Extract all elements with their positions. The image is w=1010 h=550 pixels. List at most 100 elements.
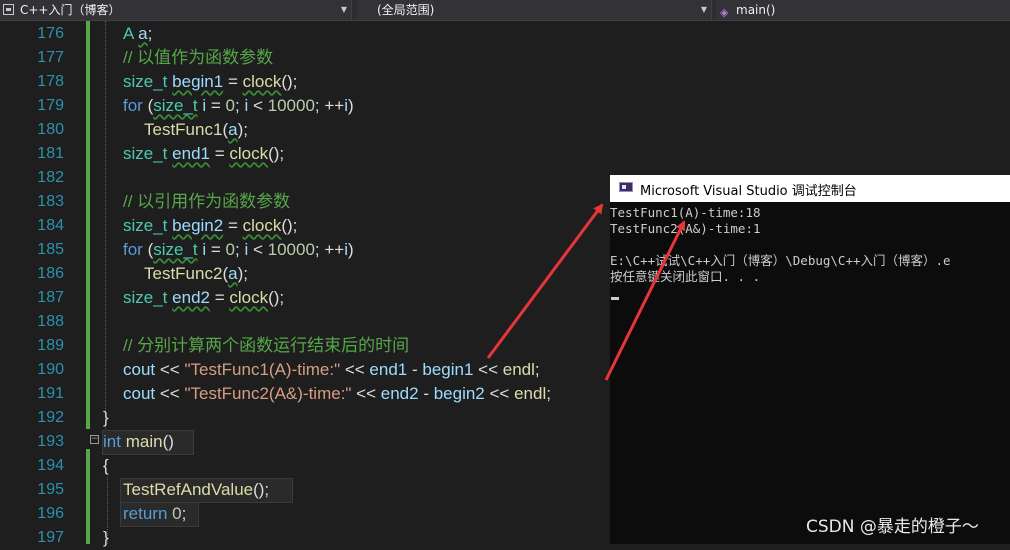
line-number: 192 [37, 409, 64, 426]
code-token: size_t [123, 288, 168, 307]
code-line[interactable]: size_t end2 = clock(); [123, 286, 284, 310]
csdn-watermark: CSDN @暴走的橙子～ [806, 517, 979, 537]
code-token: clock [242, 216, 282, 235]
line-number: 181 [37, 145, 64, 162]
project-icon [3, 4, 14, 15]
code-token: ) [348, 96, 354, 115]
code-token: << [484, 384, 515, 403]
code-token: 10000 [267, 240, 315, 259]
line-number: 185 [37, 241, 64, 258]
project-dropdown[interactable]: C++入门（博客） ▼ [0, 0, 352, 20]
code-line[interactable]: TestFunc2(a); [144, 262, 248, 286]
code-token: < [248, 240, 268, 259]
code-token: "TestFunc2(A&)-time:" [184, 384, 352, 403]
code-token: (); [281, 216, 298, 235]
code-line[interactable]: // 以值作为函数参数 [123, 46, 273, 70]
line-number: 189 [37, 337, 64, 354]
code-token: for [123, 96, 143, 115]
code-token: ; [546, 384, 551, 403]
code-line[interactable]: cout << "TestFunc1(A)-time:" << end1 - b… [123, 358, 540, 382]
code-token: ; [181, 504, 187, 523]
code-line[interactable]: size_t begin1 = clock(); [123, 70, 297, 94]
code-token: 10000 [267, 96, 315, 115]
scope-label: (全局范围) [377, 3, 435, 17]
code-token: for [123, 240, 143, 259]
line-number: 182 [37, 169, 64, 186]
code-token: end2 [172, 288, 210, 307]
member-label: main() [736, 3, 776, 17]
code-line[interactable]: TestRefAndValue(); [123, 478, 269, 502]
code-token: clock [229, 144, 269, 163]
code-token: a [228, 264, 238, 283]
line-number: 196 [37, 505, 64, 522]
console-cursor [611, 297, 619, 300]
code-token: begin2 [172, 216, 224, 235]
indent-guide [105, 21, 106, 429]
console-output-line: 按任意键关闭此窗口. . . [610, 269, 761, 284]
code-token: ; [147, 24, 153, 43]
scope-dropdown[interactable]: (全局范围) ▼ [357, 0, 712, 20]
code-token: (); [268, 288, 285, 307]
code-token: = [209, 288, 230, 307]
code-token: = [206, 240, 226, 259]
code-line[interactable]: for (size_t i = 0; i < 10000; ++i) [123, 238, 354, 262]
code-token: end1 [369, 360, 408, 379]
code-line[interactable]: { [103, 454, 109, 478]
code-token: TestFunc1 [144, 120, 223, 139]
code-line[interactable]: cout << "TestFunc2(A&)-time:" << end2 - … [123, 382, 551, 406]
chevron-down-icon: ▼ [340, 5, 347, 14]
code-line[interactable]: // 分别计算两个函数运行结束后的时间 [123, 334, 409, 358]
code-line[interactable]: size_t end1 = clock(); [123, 142, 284, 166]
code-token: << [351, 384, 381, 403]
line-number: 190 [37, 361, 64, 378]
code-token: ; ++ [314, 96, 345, 115]
line-number: 197 [37, 529, 64, 546]
code-line[interactable]: } [103, 526, 109, 550]
code-token: << [155, 384, 185, 403]
change-tracking-bar [86, 449, 90, 544]
code-line[interactable]: // 以引用作为函数参数 [123, 190, 290, 214]
line-number: 186 [37, 265, 64, 282]
code-line[interactable]: return 0; [123, 502, 186, 526]
code-token: () [162, 432, 174, 451]
code-token: // 以值作为函数参数 [123, 48, 274, 67]
code-token: = [223, 72, 243, 91]
line-number: 180 [37, 121, 64, 138]
member-dropdown[interactable]: ◈ main() [716, 0, 1010, 20]
line-number: 178 [37, 73, 64, 90]
code-token: begin2 [433, 384, 485, 403]
console-app-icon [619, 182, 633, 192]
code-token: A [123, 24, 134, 43]
debug-console-window[interactable]: Microsoft Visual Studio 调试控制台 TestFunc1(… [610, 175, 1010, 544]
code-line[interactable]: for (size_t i = 0; i < 10000; ++i) [123, 94, 354, 118]
code-token: cout [123, 384, 156, 403]
code-line[interactable]: } [103, 406, 109, 430]
code-line[interactable]: int main() [103, 430, 174, 454]
navigation-bar: C++入门（博客） ▼ (全局范围) ▼ ◈ main() [0, 0, 1010, 21]
code-token: } [103, 528, 109, 547]
code-token: endl [502, 360, 535, 379]
code-token: ) [348, 240, 354, 259]
code-token: size_t [153, 240, 198, 259]
collapse-toggle-icon[interactable]: − [90, 435, 99, 444]
code-line[interactable]: A a; [123, 22, 152, 46]
line-number-gutter: − 176 177 178 179 180 181 182 183 184 185 186 187 18… [0, 21, 99, 546]
code-token: ( [142, 96, 154, 115]
console-title-bar[interactable]: Microsoft Visual Studio 调试控制台 [610, 175, 1010, 202]
code-token: end2 [380, 384, 419, 403]
code-line[interactable]: TestFunc1(a); [144, 118, 248, 142]
code-token: endl [514, 384, 547, 403]
code-line[interactable]: size_t begin2 = clock(); [123, 214, 297, 238]
code-token: // 分别计算两个函数运行结束后的时间 [123, 336, 410, 355]
line-number: 191 [37, 385, 64, 402]
line-number: 193 [37, 433, 64, 450]
code-token: (); [268, 144, 285, 163]
code-token: clock [242, 72, 282, 91]
line-number: 194 [37, 457, 64, 474]
code-token: 0 [172, 504, 182, 523]
code-token: - [418, 384, 434, 403]
line-number: 184 [37, 217, 64, 234]
code-token: a [228, 120, 238, 139]
code-token: return [123, 504, 168, 523]
line-number: 187 [37, 289, 64, 306]
